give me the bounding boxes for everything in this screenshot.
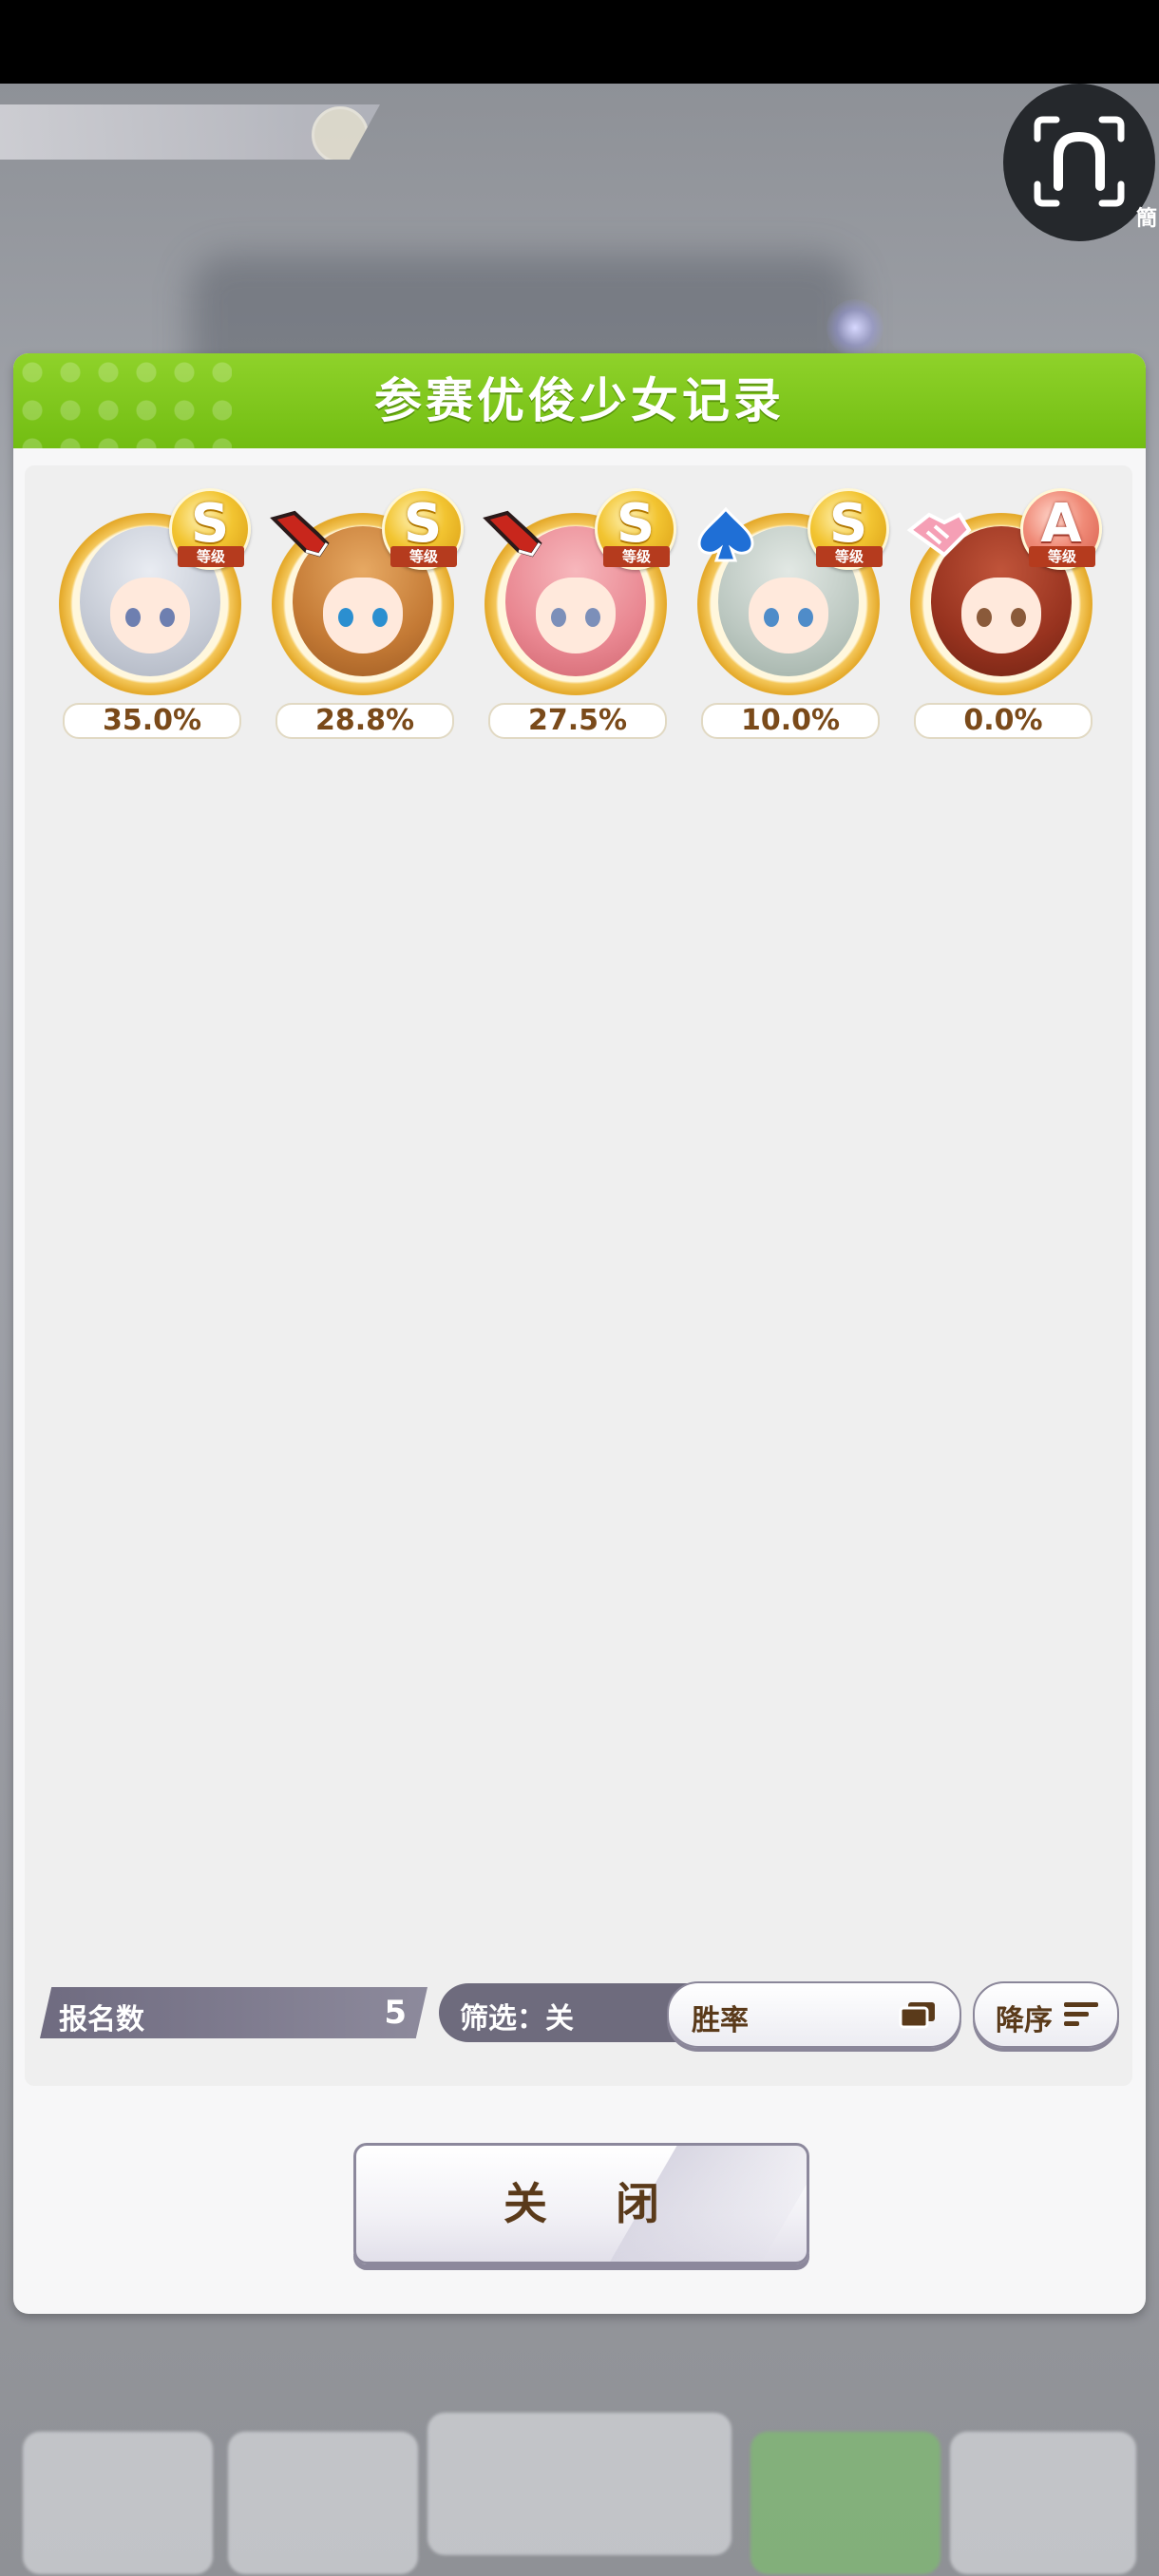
character-list-panel: S 等级 35.0% S 等级 28.8% S 等级 27.5% S 等级 10… [25,465,1132,2086]
dialog-header: 参赛优俊少女记录 [13,353,1146,448]
character-card[interactable]: S 等级 35.0% [55,484,251,739]
character-card[interactable]: A 等级 0.0% [906,484,1102,739]
grade-badge: S 等级 [169,488,251,570]
grade-badge: S 等级 [808,488,889,570]
grade-sub: 等级 [816,546,883,567]
language-label: 簡 [1135,207,1157,231]
win-rate: 35.0% [63,703,241,739]
grade-badge: S 等级 [382,488,464,570]
spade-icon [697,506,754,562]
sort-order-label: 降序 [996,2004,1053,2037]
character-card[interactable]: S 等级 27.5% [481,484,676,739]
nav-item-home[interactable] [428,2413,732,2555]
horseshoe-camera-icon [1034,116,1125,207]
sort-key-select[interactable]: 胜率 [667,1981,961,2048]
sort-key-label: 胜率 [692,2004,749,2037]
top-banner [0,104,380,160]
race-record-dialog: 参赛优俊少女记录 S 等级 35.0% S 等级 28.8% S 等级 27.5… [13,353,1146,2314]
grade-sub: 等级 [603,546,670,567]
shoe-icon [483,510,542,558]
nav-item-cards[interactable] [228,2432,418,2574]
background-glow [826,299,884,356]
grade-badge: S 等级 [595,488,676,570]
character-card[interactable]: S 等级 28.8% [268,484,464,739]
close-button[interactable]: 关 闭 [353,2143,809,2264]
handshake-icon [906,512,972,558]
registration-count-bar: 报名数 5 [40,1987,428,2038]
grade-sub: 等级 [1029,546,1095,567]
camera-button[interactable]: 簡 [1003,84,1157,241]
nav-item-gacha[interactable] [950,2432,1136,2574]
grade-sub: 等级 [178,546,244,567]
grade-badge: A 等级 [1020,488,1102,570]
shoe-icon [270,510,330,558]
win-rate: 27.5% [488,703,667,739]
filter-label: 筛选：关 [460,2002,574,2036]
registration-label: 报名数 [59,2003,144,2036]
win-rate: 10.0% [701,703,880,739]
status-bar [0,0,1159,84]
close-label: 关 闭 [503,2178,686,2229]
sort-order-button[interactable]: 降序 [973,1981,1119,2048]
sort-descending-icon [1064,2002,1098,2026]
nav-item-characters[interactable] [23,2432,213,2574]
win-rate: 28.8% [276,703,454,739]
character-card[interactable]: S 等级 10.0% [694,484,889,739]
window-stack-icon [899,2002,935,2029]
nav-item-race[interactable] [750,2432,940,2574]
win-rate: 0.0% [914,703,1092,739]
bottom-nav [0,2356,1159,2576]
grade-sub: 等级 [390,546,457,567]
registration-count: 5 [384,1994,407,2032]
dialog-title: 参赛优俊少女记录 [374,373,785,428]
